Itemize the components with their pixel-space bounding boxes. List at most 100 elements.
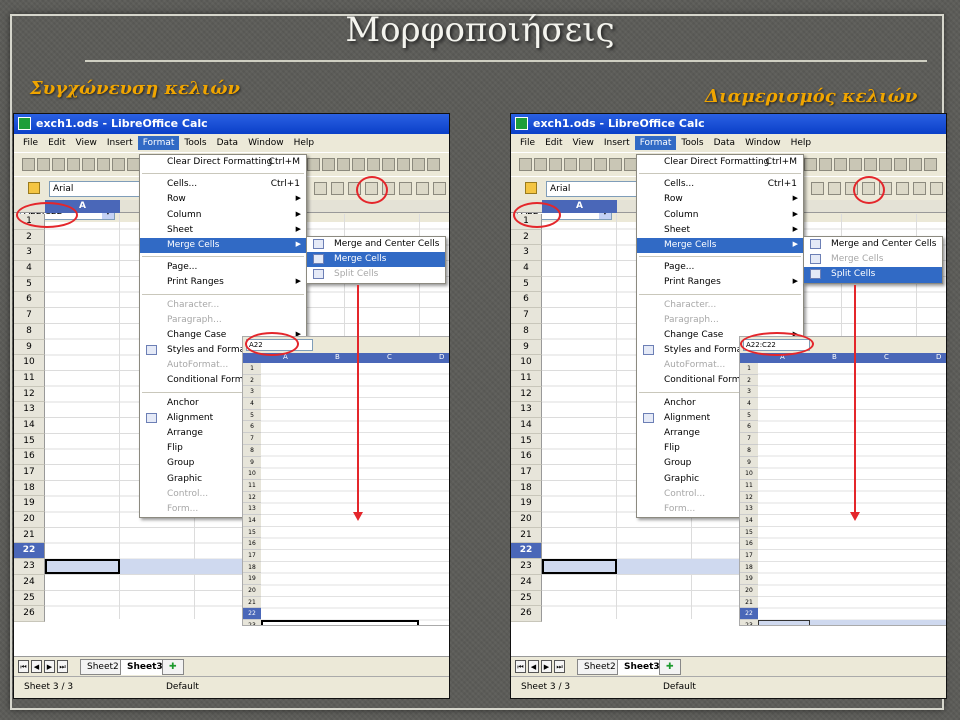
menu-window[interactable]: Window: [740, 136, 786, 150]
format-button-icon[interactable]: [896, 182, 909, 195]
row-header[interactable]: 18: [14, 480, 45, 497]
format-button-icon[interactable]: [930, 182, 943, 195]
row-header[interactable]: 25: [14, 590, 45, 607]
row-header[interactable]: 23: [511, 559, 542, 575]
row-header[interactable]: 14: [14, 417, 45, 434]
row-header[interactable]: 5: [511, 276, 542, 293]
format-menu-item[interactable]: Cells... Ctrl+1: [140, 177, 306, 192]
toolbar-button-icon[interactable]: [924, 158, 937, 171]
row-header[interactable]: 4: [14, 261, 45, 277]
toolbar-button-icon[interactable]: [579, 158, 592, 171]
row-header[interactable]: 14: [511, 417, 542, 434]
row-header[interactable]: 22: [511, 543, 542, 560]
sheet-tab[interactable]: Sheet2: [80, 659, 126, 675]
row-header[interactable]: 7: [14, 308, 45, 324]
format-menu-item[interactable]: Merge Cells ▶: [140, 237, 306, 254]
menu-view[interactable]: View: [71, 136, 102, 150]
toolbar-button-icon[interactable]: [307, 158, 320, 171]
sheet-nav-icon[interactable]: ▶: [541, 660, 552, 673]
row-header[interactable]: 10: [511, 355, 542, 371]
row-header[interactable]: 9: [14, 339, 45, 356]
format-button-icon[interactable]: [331, 182, 344, 195]
row-header[interactable]: 7: [511, 308, 542, 324]
sheet-nav-icon[interactable]: ⏭: [554, 660, 565, 673]
row-header[interactable]: 5: [14, 276, 45, 293]
menu-tools[interactable]: Tools: [179, 136, 211, 150]
toolbar-button-icon[interactable]: [519, 158, 532, 171]
toolbar-button-icon[interactable]: [894, 158, 907, 171]
format-menu-item[interactable]: Row ▶: [140, 192, 306, 207]
toolbar-button-icon[interactable]: [67, 158, 80, 171]
toolbar-button-icon[interactable]: [534, 158, 547, 171]
row-header[interactable]: 12: [14, 386, 45, 403]
row-header[interactable]: 6: [14, 292, 45, 309]
toolbar-button-icon[interactable]: [322, 158, 335, 171]
font-name-box[interactable]: Arial: [49, 181, 145, 197]
toolbar-button-icon[interactable]: [352, 158, 365, 171]
row-header[interactable]: 16: [14, 449, 45, 465]
styles-icon[interactable]: [28, 182, 40, 194]
submenu-item[interactable]: Split Cells: [804, 267, 942, 283]
menu-format[interactable]: Format: [137, 136, 180, 150]
menu-tools[interactable]: Tools: [676, 136, 708, 150]
format-menu-item[interactable]: Column ▶: [637, 208, 803, 223]
format-menu-item[interactable]: Print Ranges ▶: [637, 275, 803, 290]
menu-edit[interactable]: Edit: [540, 136, 567, 150]
submenu-item[interactable]: Merge and Center Cells: [307, 237, 445, 252]
row-header[interactable]: 16: [511, 449, 542, 465]
toolbar-button-icon[interactable]: [819, 158, 832, 171]
row-header[interactable]: 20: [14, 512, 45, 528]
toolbar-button-icon[interactable]: [22, 158, 35, 171]
menu-window[interactable]: Window: [243, 136, 289, 150]
toolbar-button-icon[interactable]: [367, 158, 380, 171]
menu-file[interactable]: File: [515, 136, 540, 150]
submenu-item[interactable]: Merge Cells: [307, 252, 445, 268]
sheet-nav-icon[interactable]: ◀: [31, 660, 42, 673]
format-menu-item[interactable]: Sheet ▶: [637, 223, 803, 238]
toolbar-button-icon[interactable]: [337, 158, 350, 171]
row-header[interactable]: 3: [511, 245, 542, 262]
toolbar-button-icon[interactable]: [849, 158, 862, 171]
format-menu-item[interactable]: Print Ranges ▶: [140, 275, 306, 290]
row-header[interactable]: 18: [511, 480, 542, 497]
font-name-box[interactable]: Arial: [546, 181, 642, 197]
row-header[interactable]: 2: [511, 229, 542, 246]
menu-help[interactable]: Help: [786, 136, 817, 150]
row-header[interactable]: 19: [511, 496, 542, 513]
format-button-icon[interactable]: [314, 182, 327, 195]
format-button-icon[interactable]: [828, 182, 841, 195]
row-header[interactable]: 8: [511, 323, 542, 340]
format-button-icon[interactable]: [811, 182, 824, 195]
toolbar-button-icon[interactable]: [864, 158, 877, 171]
row-header[interactable]: 26: [14, 606, 45, 622]
toolbar-button-icon[interactable]: [549, 158, 562, 171]
row-header[interactable]: 26: [511, 606, 542, 622]
row-header[interactable]: 13: [14, 402, 45, 418]
sheet-nav-icon[interactable]: ⏭: [57, 660, 68, 673]
toolbar-button-icon[interactable]: [82, 158, 95, 171]
sheet-nav-icon[interactable]: ⏮: [515, 660, 526, 673]
sheet-nav-icon[interactable]: ◀: [528, 660, 539, 673]
row-header[interactable]: 15: [14, 433, 45, 450]
menu-insert[interactable]: Insert: [599, 136, 635, 150]
toolbar-button-icon[interactable]: [909, 158, 922, 171]
row-header[interactable]: 20: [511, 512, 542, 528]
row-header[interactable]: 17: [14, 465, 45, 481]
row-header[interactable]: 6: [511, 292, 542, 309]
sheet-tab[interactable]: Sheet2: [577, 659, 623, 675]
sheet-nav-icon[interactable]: ▶: [44, 660, 55, 673]
menu-file[interactable]: File: [18, 136, 43, 150]
row-header[interactable]: 11: [511, 370, 542, 387]
row-header[interactable]: 24: [14, 574, 45, 591]
row-header[interactable]: 9: [511, 339, 542, 356]
menu-edit[interactable]: Edit: [43, 136, 70, 150]
toolbar-button-icon[interactable]: [37, 158, 50, 171]
format-button-icon[interactable]: [433, 182, 446, 195]
row-header[interactable]: 3: [14, 245, 45, 262]
toolbar-button-icon[interactable]: [397, 158, 410, 171]
toolbar-button-icon[interactable]: [834, 158, 847, 171]
toolbar-button-icon[interactable]: [879, 158, 892, 171]
format-button-icon[interactable]: [399, 182, 412, 195]
styles-icon[interactable]: [525, 182, 537, 194]
toolbar-button-icon[interactable]: [382, 158, 395, 171]
